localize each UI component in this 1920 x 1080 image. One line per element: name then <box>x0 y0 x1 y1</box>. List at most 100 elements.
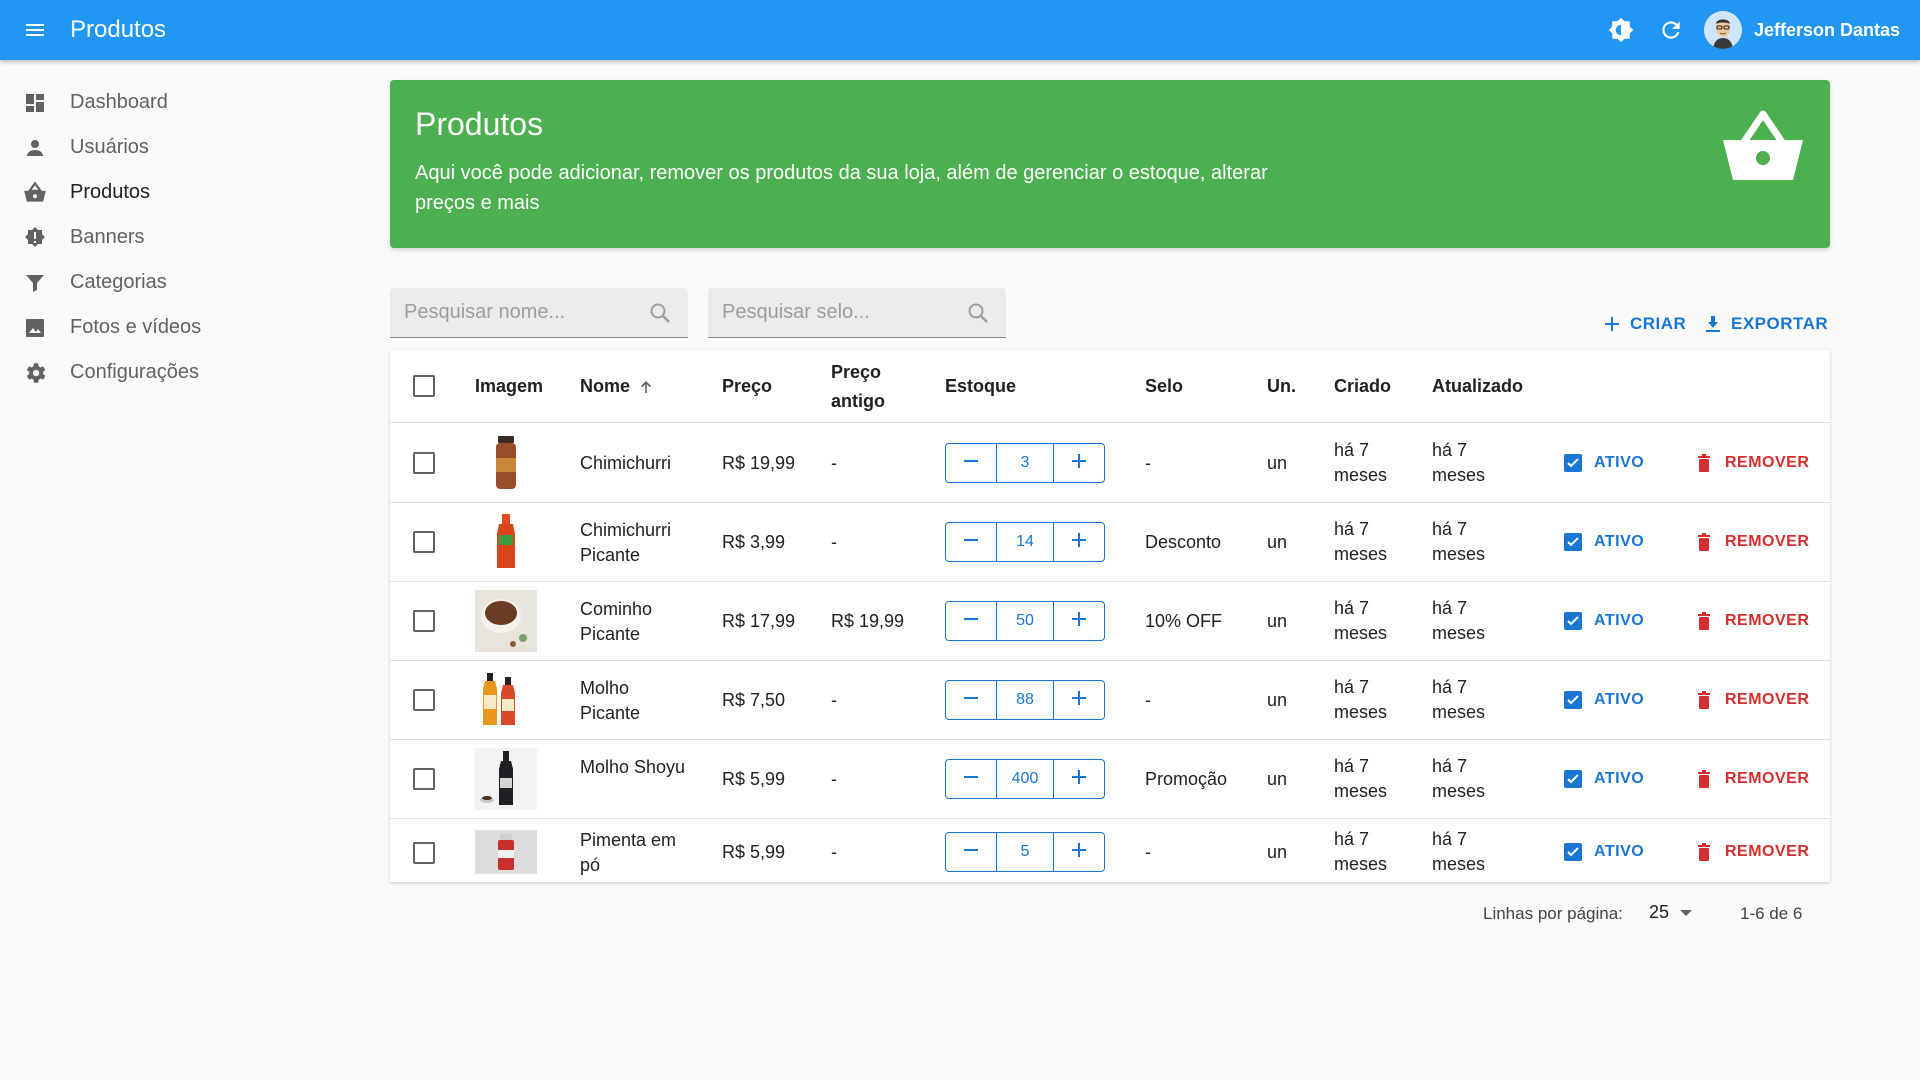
increment-button[interactable] <box>1054 602 1104 640</box>
stock-value[interactable]: 14 <box>996 523 1054 561</box>
sidebar-item-produtos[interactable]: Produtos <box>0 170 360 215</box>
decrement-button[interactable] <box>946 760 996 798</box>
active-label: ATIVO <box>1594 770 1645 787</box>
increment-button[interactable] <box>1054 444 1104 482</box>
stock-value[interactable]: 88 <box>996 681 1054 719</box>
menu-icon[interactable] <box>0 0 70 60</box>
search-name-input[interactable] <box>404 301 646 324</box>
product-created: há 7 meses <box>1334 519 1388 564</box>
active-toggle[interactable]: ATIVO <box>1564 451 1644 475</box>
product-price: R$ 7,50 <box>722 690 786 710</box>
decrement-button[interactable] <box>946 681 996 719</box>
active-toggle[interactable]: ATIVO <box>1564 840 1644 864</box>
decrement-button[interactable] <box>946 833 996 871</box>
stock-value[interactable]: 3 <box>996 444 1054 482</box>
active-label: ATIVO <box>1594 454 1645 471</box>
create-button[interactable]: CRIAR <box>1602 312 1686 336</box>
remove-button[interactable]: REMOVER <box>1695 451 1809 475</box>
sidebar-item-banners[interactable]: Banners <box>0 215 360 260</box>
column-header-name-sort[interactable]: Nome <box>580 376 654 397</box>
active-toggle[interactable]: ATIVO <box>1564 530 1644 554</box>
sidebar-item-fotos-videos[interactable]: Fotos e vídeos <box>0 305 360 350</box>
refresh-icon[interactable] <box>1646 5 1696 55</box>
decrement-button[interactable] <box>946 444 996 482</box>
sidebar-item-configuracoes[interactable]: Configurações <box>0 350 360 395</box>
product-seal: - <box>1145 842 1151 862</box>
select-all-checkbox[interactable] <box>413 375 435 397</box>
product-price: R$ 5,99 <box>722 842 786 862</box>
product-updated: há 7 meses <box>1432 829 1486 874</box>
stock-value[interactable]: 5 <box>996 833 1054 871</box>
remove-label: REMOVER <box>1725 454 1810 471</box>
app-bar: Produtos Jefferson Dantas <box>0 0 1920 60</box>
stock-value[interactable]: 50 <box>996 602 1054 640</box>
product-name: Cominho Picante <box>580 599 653 644</box>
app-title: Produtos <box>70 16 167 43</box>
remove-button[interactable]: REMOVER <box>1695 840 1809 864</box>
active-toggle[interactable]: ATIVO <box>1564 609 1644 633</box>
search-seal-input[interactable] <box>722 301 964 324</box>
increment-button[interactable] <box>1054 833 1104 871</box>
row-checkbox[interactable] <box>413 842 435 864</box>
row-checkbox[interactable] <box>413 689 435 711</box>
increment-button[interactable] <box>1054 523 1104 561</box>
quantity-stepper[interactable]: 14 <box>945 522 1105 562</box>
row-checkbox[interactable] <box>413 610 435 632</box>
row-checkbox[interactable] <box>413 452 435 474</box>
sidebar-item-dashboard[interactable]: Dashboard <box>0 80 360 125</box>
increment-button[interactable] <box>1054 760 1104 798</box>
stock-value[interactable]: 400 <box>996 760 1054 798</box>
row-checkbox[interactable] <box>413 531 435 553</box>
decrement-button[interactable] <box>946 602 996 640</box>
sidebar-item-label: Fotos e vídeos <box>70 316 202 338</box>
remove-button[interactable]: REMOVER <box>1695 767 1809 791</box>
product-unit: un <box>1267 611 1288 631</box>
product-image <box>475 590 537 652</box>
table-row: Chimichurri Picante R$ 3,99 - 14 Descont… <box>390 503 1830 582</box>
remove-button[interactable]: REMOVER <box>1695 609 1809 633</box>
remove-button[interactable]: REMOVER <box>1695 688 1809 712</box>
product-updated: há 7 meses <box>1432 756 1486 801</box>
row-checkbox[interactable] <box>413 768 435 790</box>
search-icon[interactable] <box>646 299 674 327</box>
rows-per-page-select[interactable]: 25 <box>1649 902 1693 923</box>
trash-icon <box>1695 690 1713 710</box>
remove-button[interactable]: REMOVER <box>1695 530 1809 554</box>
product-unit: un <box>1267 532 1288 552</box>
create-label: CRIAR <box>1630 314 1687 333</box>
sidebar-item-categorias[interactable]: Categorias <box>0 260 360 305</box>
active-toggle[interactable]: ATIVO <box>1564 767 1644 791</box>
active-toggle[interactable]: ATIVO <box>1564 688 1644 712</box>
remove-label: REMOVER <box>1725 612 1810 629</box>
page-description: Aqui você pode adicionar, remover os pro… <box>415 162 1268 214</box>
product-created: há 7 meses <box>1334 440 1388 485</box>
product-seal: - <box>1145 453 1151 473</box>
quantity-stepper[interactable]: 50 <box>945 601 1105 641</box>
active-label: ATIVO <box>1594 533 1645 550</box>
quantity-stepper[interactable]: 400 <box>945 759 1105 799</box>
product-old-price: - <box>831 690 837 710</box>
column-header-unit: Un. <box>1267 376 1296 396</box>
increment-button[interactable] <box>1054 681 1104 719</box>
brightness-icon[interactable] <box>1596 5 1646 55</box>
export-button[interactable]: EXPORTAR <box>1703 312 1828 336</box>
table-row: Molho Picante R$ 7,50 - 88 - un há 7 mes… <box>390 661 1830 740</box>
minus-icon <box>963 453 979 474</box>
decrement-button[interactable] <box>946 523 996 561</box>
column-header-image: Imagem <box>475 376 544 396</box>
sidebar-item-label: Dashboard <box>70 91 168 113</box>
search-seal-field[interactable] <box>708 288 1006 338</box>
product-created: há 7 meses <box>1334 829 1388 874</box>
search-name-field[interactable] <box>390 288 688 338</box>
product-image <box>475 432 537 494</box>
minus-icon <box>963 690 979 711</box>
user-menu[interactable]: Jefferson Dantas <box>1703 5 1900 55</box>
quantity-stepper[interactable]: 3 <box>945 443 1105 483</box>
search-icon[interactable] <box>964 299 992 327</box>
product-image <box>475 748 537 810</box>
sidebar-item-usuarios[interactable]: Usuários <box>0 125 360 170</box>
quantity-stepper[interactable]: 5 <box>945 832 1105 872</box>
active-label: ATIVO <box>1594 612 1645 629</box>
quantity-stepper[interactable]: 88 <box>945 680 1105 720</box>
table-row: Cominho Picante R$ 17,99 R$ 19,99 50 10%… <box>390 582 1830 661</box>
